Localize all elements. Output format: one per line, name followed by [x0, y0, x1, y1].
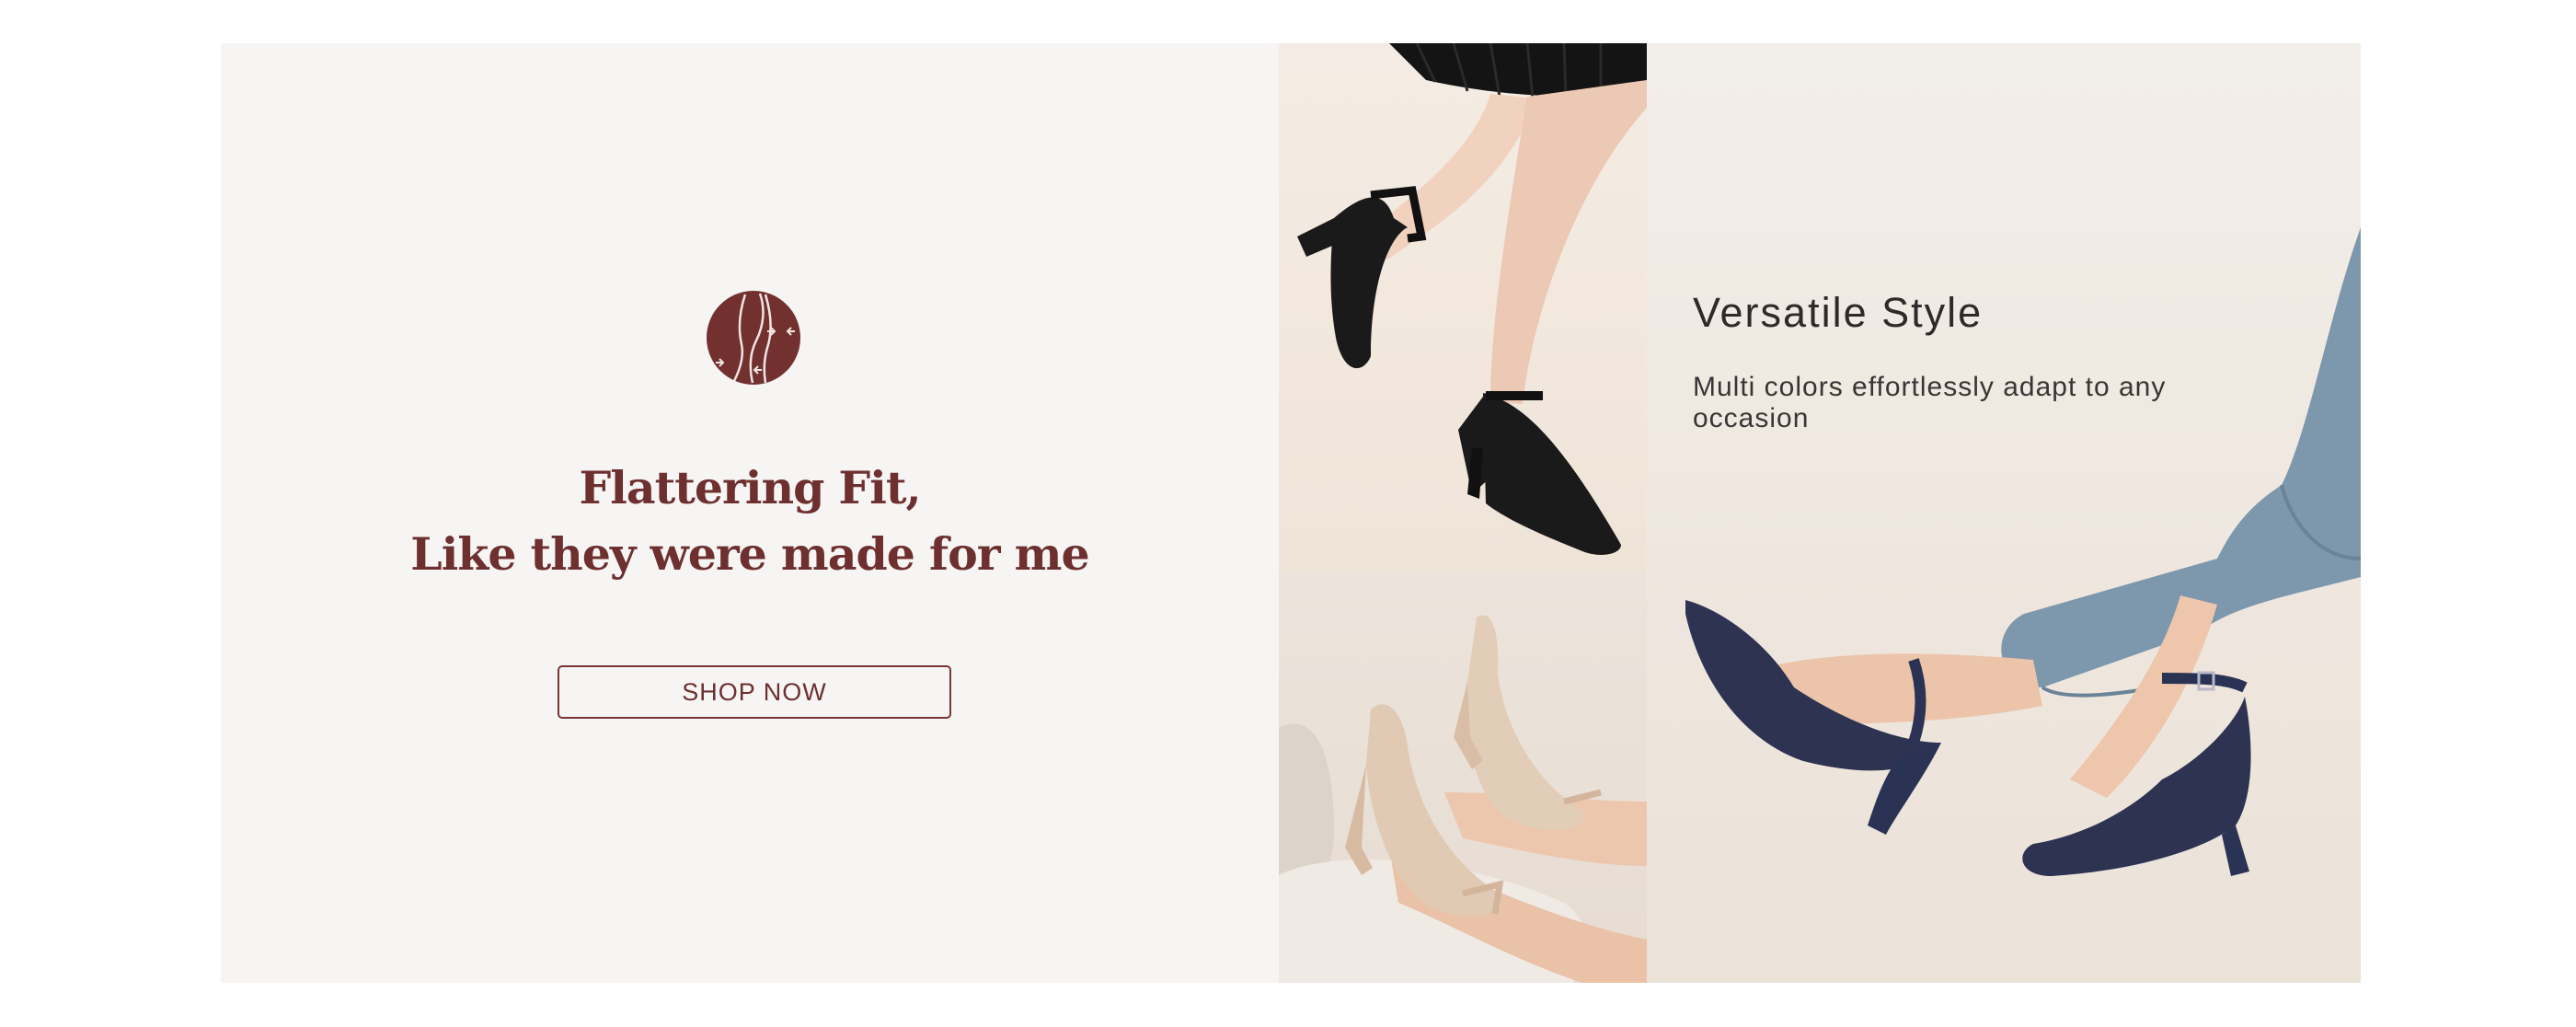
promo-headline-line2: Like they were made for me	[410, 527, 1089, 581]
promo-headline-line1: Flattering Fit,	[579, 461, 921, 514]
shop-now-button[interactable]: SHOP NOW	[558, 665, 951, 719]
black-tweed-heels-photo	[1279, 43, 1647, 571]
promo-panel: Flattering Fit, Like they were made for …	[221, 43, 1279, 983]
promo-headline: Flattering Fit, Like they were made for …	[221, 455, 1279, 587]
fitted-legs-icon	[707, 291, 800, 385]
beige-tweed-heels-photo	[1279, 571, 1647, 983]
feature-title: Versatile Style	[1693, 289, 1984, 336]
promo-banner: Flattering Fit, Like they were made for …	[221, 43, 2361, 983]
feature-subtitle: Multi colors effortlessly adapt to any o…	[1693, 372, 2167, 433]
navy-tweed-heels-photo: Versatile Style Multi colors effortlessl…	[1647, 43, 2361, 983]
